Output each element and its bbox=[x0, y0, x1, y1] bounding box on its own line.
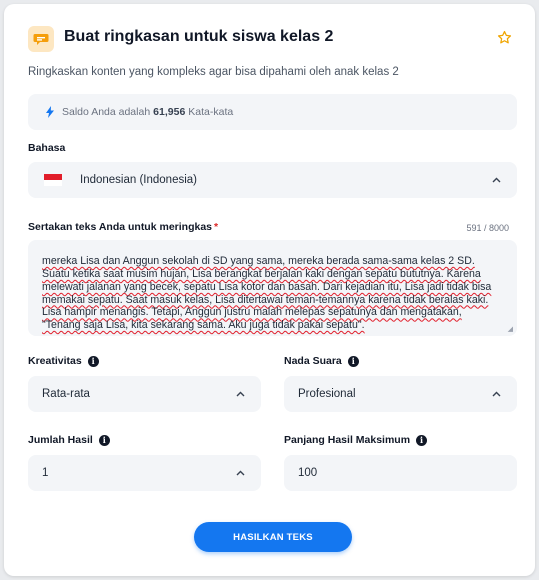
summary-tool-card: Buat ringkasan untuk siswa kelas 2 Ringk… bbox=[4, 4, 535, 576]
info-icon[interactable]: i bbox=[347, 355, 359, 367]
info-icon[interactable]: i bbox=[98, 434, 110, 446]
chevron-up-icon bbox=[236, 470, 245, 476]
info-icon[interactable]: i bbox=[87, 355, 99, 367]
chevron-up-icon bbox=[236, 391, 245, 397]
generate-text-button[interactable]: HASILKAN TEKS bbox=[194, 522, 352, 552]
resize-handle-icon[interactable]: ◢ bbox=[508, 325, 513, 333]
content-label: Sertakan teks Anda untuk meringkas * bbox=[28, 221, 218, 233]
max-length-label: Panjang Hasil Maksimum i bbox=[284, 434, 428, 446]
content-text: mereka Lisa dan Anggun sekolah di SD yan… bbox=[42, 255, 492, 332]
balance-prefix: Saldo Anda adalah bbox=[62, 106, 151, 118]
max-length-value: 100 bbox=[298, 467, 318, 479]
required-mark: * bbox=[214, 221, 219, 233]
creativity-label-text: Kreativitas bbox=[28, 355, 82, 367]
content-label-text: Sertakan teks Anda untuk meringkas bbox=[28, 221, 213, 233]
character-counter: 591 / 8000 bbox=[466, 223, 509, 233]
chat-bubble-icon bbox=[28, 26, 54, 52]
creativity-select[interactable]: Rata-rata bbox=[28, 376, 261, 412]
language-value: Indonesian (Indonesia) bbox=[80, 174, 197, 186]
tone-label-text: Nada Suara bbox=[284, 355, 342, 367]
max-length-label-text: Panjang Hasil Maksimum bbox=[284, 434, 411, 446]
tone-value: Profesional bbox=[298, 388, 356, 400]
max-length-input[interactable]: 100 bbox=[284, 455, 517, 491]
balance-amount: 61,956 bbox=[153, 106, 186, 118]
creativity-label: Kreativitas i bbox=[28, 355, 99, 367]
tone-select[interactable]: Profesional bbox=[284, 376, 517, 412]
lightning-icon bbox=[46, 106, 54, 118]
results-count-label-text: Jumlah Hasil bbox=[28, 434, 93, 446]
language-label: Bahasa bbox=[28, 142, 65, 154]
indonesia-flag-icon bbox=[44, 174, 62, 186]
chevron-up-icon bbox=[492, 391, 501, 397]
creativity-value: Rata-rata bbox=[42, 388, 90, 400]
page-subtitle: Ringkaskan konten yang kompleks agar bis… bbox=[28, 66, 399, 78]
language-select[interactable]: Indonesian (Indonesia) bbox=[28, 162, 517, 198]
balance-suffix: Kata-kata bbox=[188, 106, 234, 118]
info-icon[interactable]: i bbox=[416, 434, 428, 446]
results-count-label: Jumlah Hasil i bbox=[28, 434, 110, 446]
results-count-select[interactable]: 1 bbox=[28, 455, 261, 491]
chevron-up-icon bbox=[492, 177, 501, 183]
results-count-value: 1 bbox=[42, 467, 49, 479]
tone-label: Nada Suara i bbox=[284, 355, 359, 367]
language-label-text: Bahasa bbox=[28, 142, 66, 154]
star-icon[interactable] bbox=[493, 26, 515, 48]
content-textarea[interactable]: mereka Lisa dan Anggun sekolah di SD yan… bbox=[28, 240, 517, 336]
word-balance-banner: Saldo Anda adalah 61,956 Kata-kata bbox=[28, 94, 517, 130]
page-title: Buat ringkasan untuk siswa kelas 2 bbox=[64, 28, 334, 45]
